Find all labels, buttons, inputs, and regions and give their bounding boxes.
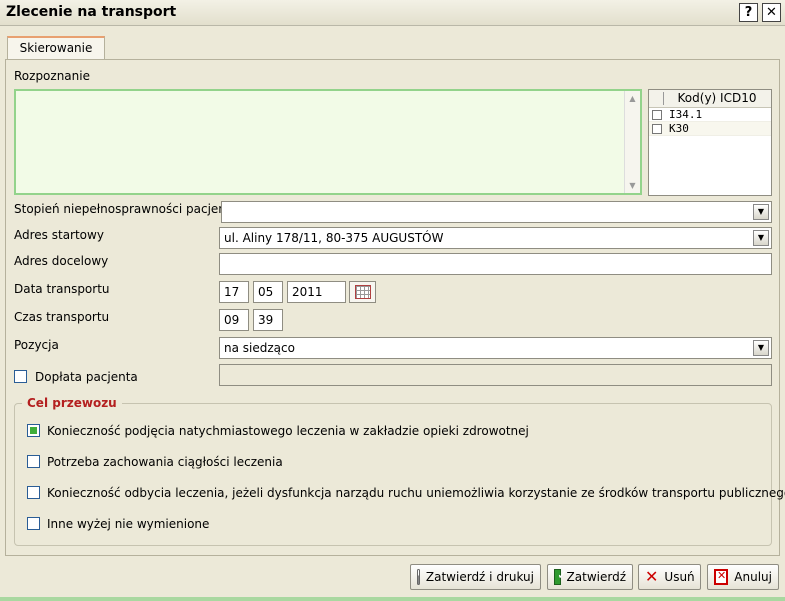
x-icon: ✕ [645, 567, 659, 586]
position-select[interactable]: na siedząco ▼ [219, 337, 772, 359]
icd10-header: Kod(y) ICD10 [649, 90, 771, 108]
position-label: Pozycja [14, 338, 59, 352]
purpose-option-checkbox[interactable] [27, 455, 40, 468]
purpose-legend: Cel przewozu [22, 396, 122, 410]
status-strip [0, 597, 785, 601]
purpose-option-checkbox[interactable] [27, 517, 40, 530]
confirm-label: Zatwierdź [566, 570, 626, 584]
calendar-button[interactable] [349, 281, 376, 303]
printer-icon [417, 569, 420, 585]
icd10-header-label: Kod(y) ICD10 [677, 91, 757, 105]
cancel-icon [714, 569, 729, 585]
disability-label: Stopień niepełnosprawności pacjenta [14, 202, 238, 216]
icd10-list: Kod(y) ICD10 I34.1 K30 [648, 89, 772, 196]
help-icon[interactable]: ? [739, 3, 758, 22]
chevron-down-icon[interactable]: ▼ [753, 230, 769, 246]
confirm-button[interactable]: Zatwierdź [547, 564, 633, 590]
start-address-label: Adres startowy [14, 228, 104, 242]
cancel-label: Anuluj [734, 570, 772, 584]
date-day-input[interactable]: 17 [219, 281, 249, 303]
copay-checkbox[interactable] [14, 370, 27, 383]
chevron-down-icon[interactable]: ▼ [753, 204, 769, 220]
confirm-print-button[interactable]: Zatwierdź i drukuj [410, 564, 541, 590]
icd-checkbox[interactable] [652, 110, 662, 120]
copay-label: Dopłata pacjenta [35, 370, 138, 384]
calendar-icon [354, 285, 371, 299]
icd-checkbox[interactable] [652, 124, 662, 134]
icd-row-i34-1[interactable]: I34.1 [649, 108, 771, 122]
time-hour-input[interactable]: 09 [219, 309, 249, 331]
transport-time-label: Czas transportu [14, 310, 110, 324]
scroll-down-icon[interactable]: ▼ [627, 180, 638, 191]
purpose-option-label[interactable]: Inne wyżej nie wymienione [47, 517, 209, 531]
purpose-option-label[interactable]: Konieczność odbycia leczenia, jeżeli dys… [47, 486, 785, 500]
dest-address-label: Adres docelowy [14, 254, 109, 268]
disability-select[interactable]: ▼ [221, 201, 772, 223]
delete-label: Usuń [664, 570, 695, 584]
icd-row-k30[interactable]: K30 [649, 122, 771, 136]
start-address-value: ul. Aliny 178/11, 80-375 AUGUSTÓW [224, 231, 444, 245]
tab-skierowanie[interactable]: Skierowanie [7, 36, 105, 60]
chevron-down-icon[interactable]: ▼ [753, 340, 769, 356]
purpose-option-label[interactable]: Potrzeba zachowania ciągłości leczenia [47, 455, 283, 469]
date-year-input[interactable]: 2011 [287, 281, 346, 303]
icd-code: K30 [669, 122, 689, 135]
check-icon [554, 568, 567, 585]
purpose-option-label[interactable]: Konieczność podjęcia natychmiastowego le… [47, 424, 529, 438]
transport-date-label: Data transportu [14, 282, 110, 296]
dest-address-input[interactable] [219, 253, 772, 275]
position-value: na siedząco [224, 341, 295, 355]
icd-code: I34.1 [669, 108, 703, 121]
time-minute-input[interactable]: 39 [253, 309, 283, 331]
window-title: Zlecenie na transport [6, 4, 177, 20]
date-month-input[interactable]: 05 [253, 281, 283, 303]
purpose-option-checkbox[interactable] [27, 486, 40, 499]
cancel-button[interactable]: Anuluj [707, 564, 779, 590]
close-icon[interactable]: ✕ [762, 3, 781, 22]
scroll-up-icon[interactable]: ▲ [627, 93, 638, 104]
title-bar: Zlecenie na transport ? ✕ [0, 0, 785, 26]
purpose-option-checkbox[interactable] [27, 424, 40, 437]
confirm-print-label: Zatwierdź i drukuj [425, 570, 534, 584]
diagnosis-label: Rozpoznanie [14, 69, 90, 83]
diagnosis-textarea[interactable]: ▲ ▼ [14, 89, 642, 195]
copay-input [219, 364, 772, 386]
start-address-select[interactable]: ul. Aliny 178/11, 80-375 AUGUSTÓW ▼ [219, 227, 772, 249]
diagnosis-scrollbar[interactable]: ▲ ▼ [624, 91, 640, 193]
delete-button[interactable]: ✕ Usuń [638, 564, 701, 590]
